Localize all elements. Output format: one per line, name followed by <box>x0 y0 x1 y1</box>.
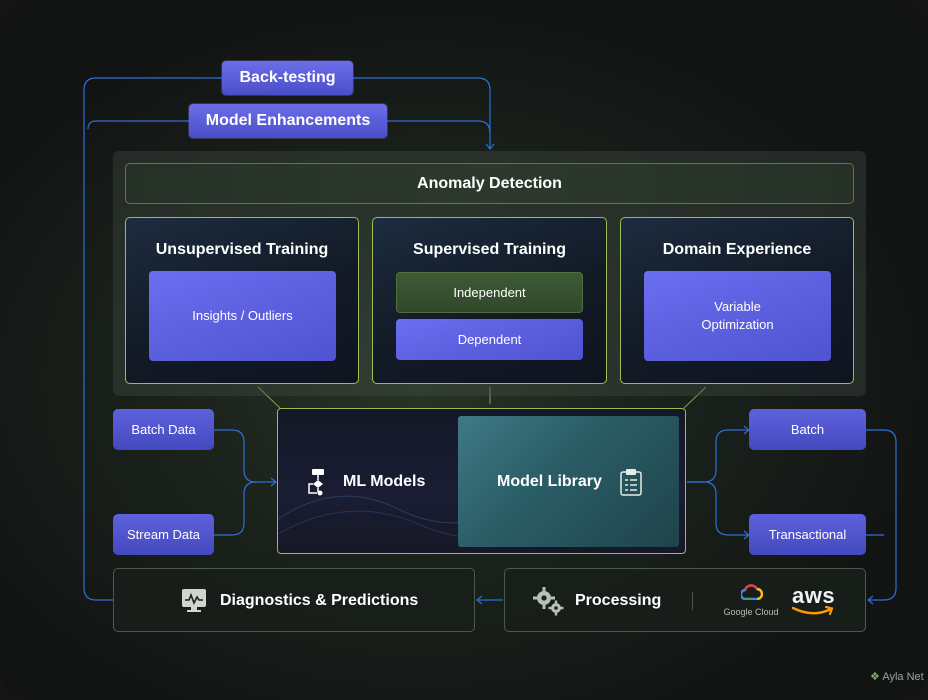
flowchart-icon <box>308 469 324 496</box>
model-library-area[interactable]: Model Library <box>458 416 679 547</box>
processing-divider <box>692 592 693 610</box>
diagnostics-box[interactable]: Diagnostics & Predictions <box>113 568 475 632</box>
line-to-transactional <box>687 481 748 536</box>
model-enhancements-pill[interactable]: Model Enhancements <box>189 104 387 138</box>
domain-experience-card[interactable]: Domain Experience Variable Optimization <box>620 217 854 384</box>
brand-watermark: ❖ Ayla Net <box>870 670 924 683</box>
batch-data-label: Batch Data <box>131 422 196 437</box>
monitor-chart-icon <box>182 589 206 612</box>
insights-outliers-box[interactable]: Insights / Outliers <box>149 271 336 361</box>
batch-pill[interactable]: Batch <box>749 409 866 450</box>
variable-optimization-line2: Optimization <box>701 317 774 332</box>
loop-line-enhancements <box>87 120 189 130</box>
dependent-box[interactable]: Dependent <box>396 319 583 360</box>
backtesting-label: Back-testing <box>239 69 336 86</box>
processing-label: Processing <box>575 592 662 609</box>
supervised-training-title: Supervised Training <box>413 241 566 258</box>
dependent-label: Dependent <box>457 331 522 347</box>
line-stream-data <box>214 481 257 536</box>
clipboard-icon <box>620 469 642 496</box>
unsupervised-training-title: Unsupervised Training <box>155 241 329 258</box>
google-cloud-logo-group: Google Cloud <box>719 582 783 622</box>
batch-label: Batch <box>790 422 825 437</box>
transactional-label: Transactional <box>768 527 847 542</box>
loop-line-enhancements-right <box>387 120 491 134</box>
batch-data-pill[interactable]: Batch Data <box>113 409 214 450</box>
independent-box[interactable]: Independent <box>396 272 583 313</box>
google-cloud-logo <box>741 584 763 600</box>
independent-label: Independent <box>453 284 526 300</box>
backtesting-pill[interactable]: Back-testing <box>222 61 353 95</box>
aws-logo: aws <box>789 582 839 620</box>
google-cloud-label: Google Cloud <box>723 607 779 617</box>
ml-models-label: ML Models <box>343 473 426 490</box>
insights-outliers-label: Insights / Outliers <box>192 308 293 323</box>
stream-data-label: Stream Data <box>127 527 200 542</box>
anomaly-detection-bar[interactable]: Anomaly Detection <box>125 163 854 204</box>
aws-smile-icon <box>791 605 834 616</box>
model-enhancements-label: Model Enhancements <box>205 112 371 129</box>
line-to-batch <box>687 429 748 483</box>
stream-data-pill[interactable]: Stream Data <box>113 514 214 555</box>
line-batch-to-processing <box>866 429 897 601</box>
diagnostics-label: Diagnostics & Predictions <box>220 592 419 609</box>
supervised-training-card[interactable]: Supervised Training Independent Dependen… <box>372 217 607 384</box>
processing-box[interactable]: Processing Google Cloud aws <box>504 568 866 632</box>
variable-optimization-box[interactable]: Variable Optimization <box>644 271 831 361</box>
variable-optimization-line1: Variable <box>714 299 761 314</box>
domain-experience-title: Domain Experience <box>662 241 812 258</box>
watermark-label: Ayla Net <box>882 671 924 683</box>
models-panel: ML Models Model Library <box>277 408 686 554</box>
unsupervised-training-card[interactable]: Unsupervised Training Insights / Outlier… <box>125 217 359 384</box>
gears-icon <box>533 587 564 616</box>
ml-models-group[interactable]: ML Models <box>304 467 444 497</box>
line-batch-data <box>214 429 275 483</box>
diagram-canvas: Back-testing Model Enhancements Anomaly … <box>0 0 928 700</box>
anomaly-detection-label: Anomaly Detection <box>417 174 562 192</box>
model-library-label: Model Library <box>497 473 602 490</box>
leaf-icon: ❖ <box>870 671 880 683</box>
transactional-pill[interactable]: Transactional <box>749 514 866 555</box>
